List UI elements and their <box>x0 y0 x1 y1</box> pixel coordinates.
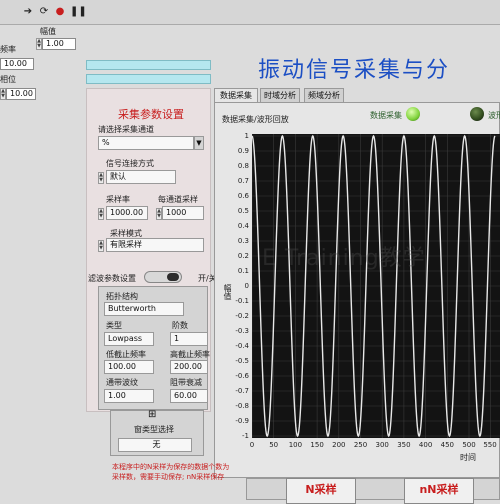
order-input[interactable]: 1 <box>170 332 208 346</box>
y-tick-label: 0.8 <box>237 162 249 170</box>
low-cut-input[interactable]: 100.00 <box>104 360 154 374</box>
waveform-svg <box>251 134 500 438</box>
low-cut-label: 低截止频率 <box>106 350 146 359</box>
y-tick-label: -1 <box>242 432 249 440</box>
atten-input[interactable]: 60.00 <box>170 389 208 403</box>
y-tick-label: -0.1 <box>235 297 249 305</box>
channel-label: 请选择采集通道 <box>98 125 154 134</box>
y-tick-label: -0.9 <box>235 417 249 425</box>
note-line-1: 本程序中的N采样为保存的数据个数为 <box>112 463 230 471</box>
x-tick-label: 50 <box>269 441 279 449</box>
x-tick-label: 250 <box>353 441 368 449</box>
y-tick-label: 0 <box>244 282 249 290</box>
phase-label: 相位 <box>0 75 16 84</box>
window-type-value: 无 <box>152 440 161 449</box>
y-tick-label: 0.5 <box>237 207 249 215</box>
waveform-plot[interactable] <box>251 134 500 438</box>
x-tick-label: 350 <box>397 441 411 449</box>
tab-data-acquisition[interactable]: 数据采集 <box>214 88 258 103</box>
mode-spinner[interactable]: ▲ ▼ <box>98 240 104 252</box>
acq-params-heading: 采集参数设置 <box>118 108 184 121</box>
nn-sample-button[interactable]: nN采样 <box>404 478 474 504</box>
rate-spinner[interactable]: ▲ ▼ <box>98 208 104 220</box>
connection-input[interactable]: 默认 <box>106 170 176 184</box>
amplitude-label: 幅值 <box>40 27 56 36</box>
type-label: 类型 <box>106 321 122 330</box>
decor-bar-2 <box>86 74 211 84</box>
decor-bar-1 <box>86 60 211 70</box>
window-type-select[interactable]: 无 <box>118 438 192 452</box>
x-tick-label: 500 <box>462 441 476 449</box>
plot-caption: 数据采集/波形回放 <box>222 115 289 124</box>
y-tick-label: 0.2 <box>237 252 249 260</box>
rate-input[interactable]: 1000.00 <box>106 206 148 220</box>
rate-label: 采样率 <box>106 195 130 204</box>
y-tick-label: 0.9 <box>237 147 249 155</box>
high-cut-input[interactable]: 200.00 <box>170 360 208 374</box>
x-tick-label: 200 <box>332 441 346 449</box>
x-tick-label: 150 <box>310 441 324 449</box>
y-tick-label: 0.4 <box>237 222 249 230</box>
x-axis-label: 时间 <box>460 453 476 462</box>
acquisition-led <box>406 107 420 121</box>
y-tick-label: -0.8 <box>235 402 249 410</box>
x-tick-label: 400 <box>418 441 433 449</box>
window-icon: ⊞ <box>148 409 157 420</box>
type-input[interactable]: Lowpass <box>104 332 154 346</box>
y-tick-label: 0.1 <box>237 267 249 275</box>
filter-toggle-label: 滤波参数设置 <box>88 274 136 283</box>
x-tick-label: 550 <box>483 441 497 449</box>
playback-led <box>470 107 484 121</box>
run-continuous-icon[interactable]: ⟳ <box>38 6 50 18</box>
y-tick-label: -0.3 <box>235 327 249 335</box>
x-tick-label: 300 <box>375 441 389 449</box>
y-tick-label: -0.6 <box>235 372 249 380</box>
mode-input[interactable]: 有限采样 <box>106 238 204 252</box>
amplitude-input[interactable]: 1.00 <box>42 38 76 50</box>
y-tick-label: -0.7 <box>235 387 249 395</box>
led2-label: 波形 <box>488 111 500 120</box>
chevron-down-icon[interactable]: ▼ <box>194 136 204 150</box>
pause-icon[interactable]: ❚❚ <box>70 6 87 18</box>
run-arrow-icon[interactable]: ➔ <box>22 6 34 18</box>
tab-time-analysis[interactable]: 时域分析 <box>260 88 300 102</box>
topology-input[interactable]: Butterworth <box>104 302 184 316</box>
y-tick-label: 0.7 <box>237 177 249 185</box>
watermark-text: E Training教学 <box>262 246 426 271</box>
abort-icon[interactable]: ● <box>54 6 66 18</box>
y-tick-label: 0.6 <box>237 192 249 200</box>
filter-toggle[interactable] <box>144 271 182 283</box>
phase-input[interactable]: 10.00 <box>6 88 36 100</box>
y-tick-label: -0.4 <box>235 342 249 350</box>
per-channel-label: 每通道采样 <box>158 195 198 204</box>
frequency-input[interactable]: 10.00 <box>0 58 34 70</box>
ripple-input[interactable]: 1.00 <box>104 389 154 403</box>
order-label: 阶数 <box>172 321 188 330</box>
y-tick-label: -0.2 <box>235 312 249 320</box>
tab-frequency-analysis[interactable]: 频域分析 <box>304 88 344 102</box>
connection-label: 信号连接方式 <box>106 159 154 168</box>
y-axis-label: 幅值 <box>223 284 232 300</box>
x-tick-label: 100 <box>288 441 303 449</box>
x-tick-label: 0 <box>249 441 255 449</box>
connection-spinner[interactable]: ▲ ▼ <box>98 172 104 184</box>
y-tick-label: 0.3 <box>237 237 249 245</box>
high-cut-label: 高截止频率 <box>170 350 210 359</box>
led1-label: 数据采集 <box>370 111 402 120</box>
n-sample-button[interactable]: N采样 <box>286 478 356 504</box>
atten-label: 阻带衰减 <box>170 378 202 387</box>
toolbar: ➔ ⟳ ● ❚❚ <box>0 0 500 25</box>
page-title: 振动信号采集与分 <box>258 58 451 83</box>
frequency-label: 频率 <box>0 45 16 54</box>
y-tick-label: -0.5 <box>235 357 249 365</box>
channel-select[interactable]: % <box>98 136 194 150</box>
window-type-label: 窗类型选择 <box>134 425 174 434</box>
x-tick-label: 450 <box>440 441 454 449</box>
ripple-label: 通带波纹 <box>106 378 138 387</box>
note-line-2: 采样数，需要手动保存; nN采样保存 <box>112 473 225 481</box>
topology-label: 拓扑结构 <box>106 292 138 301</box>
per-channel-input[interactable]: 1000 <box>162 206 204 220</box>
y-tick-label: 1 <box>244 132 249 140</box>
